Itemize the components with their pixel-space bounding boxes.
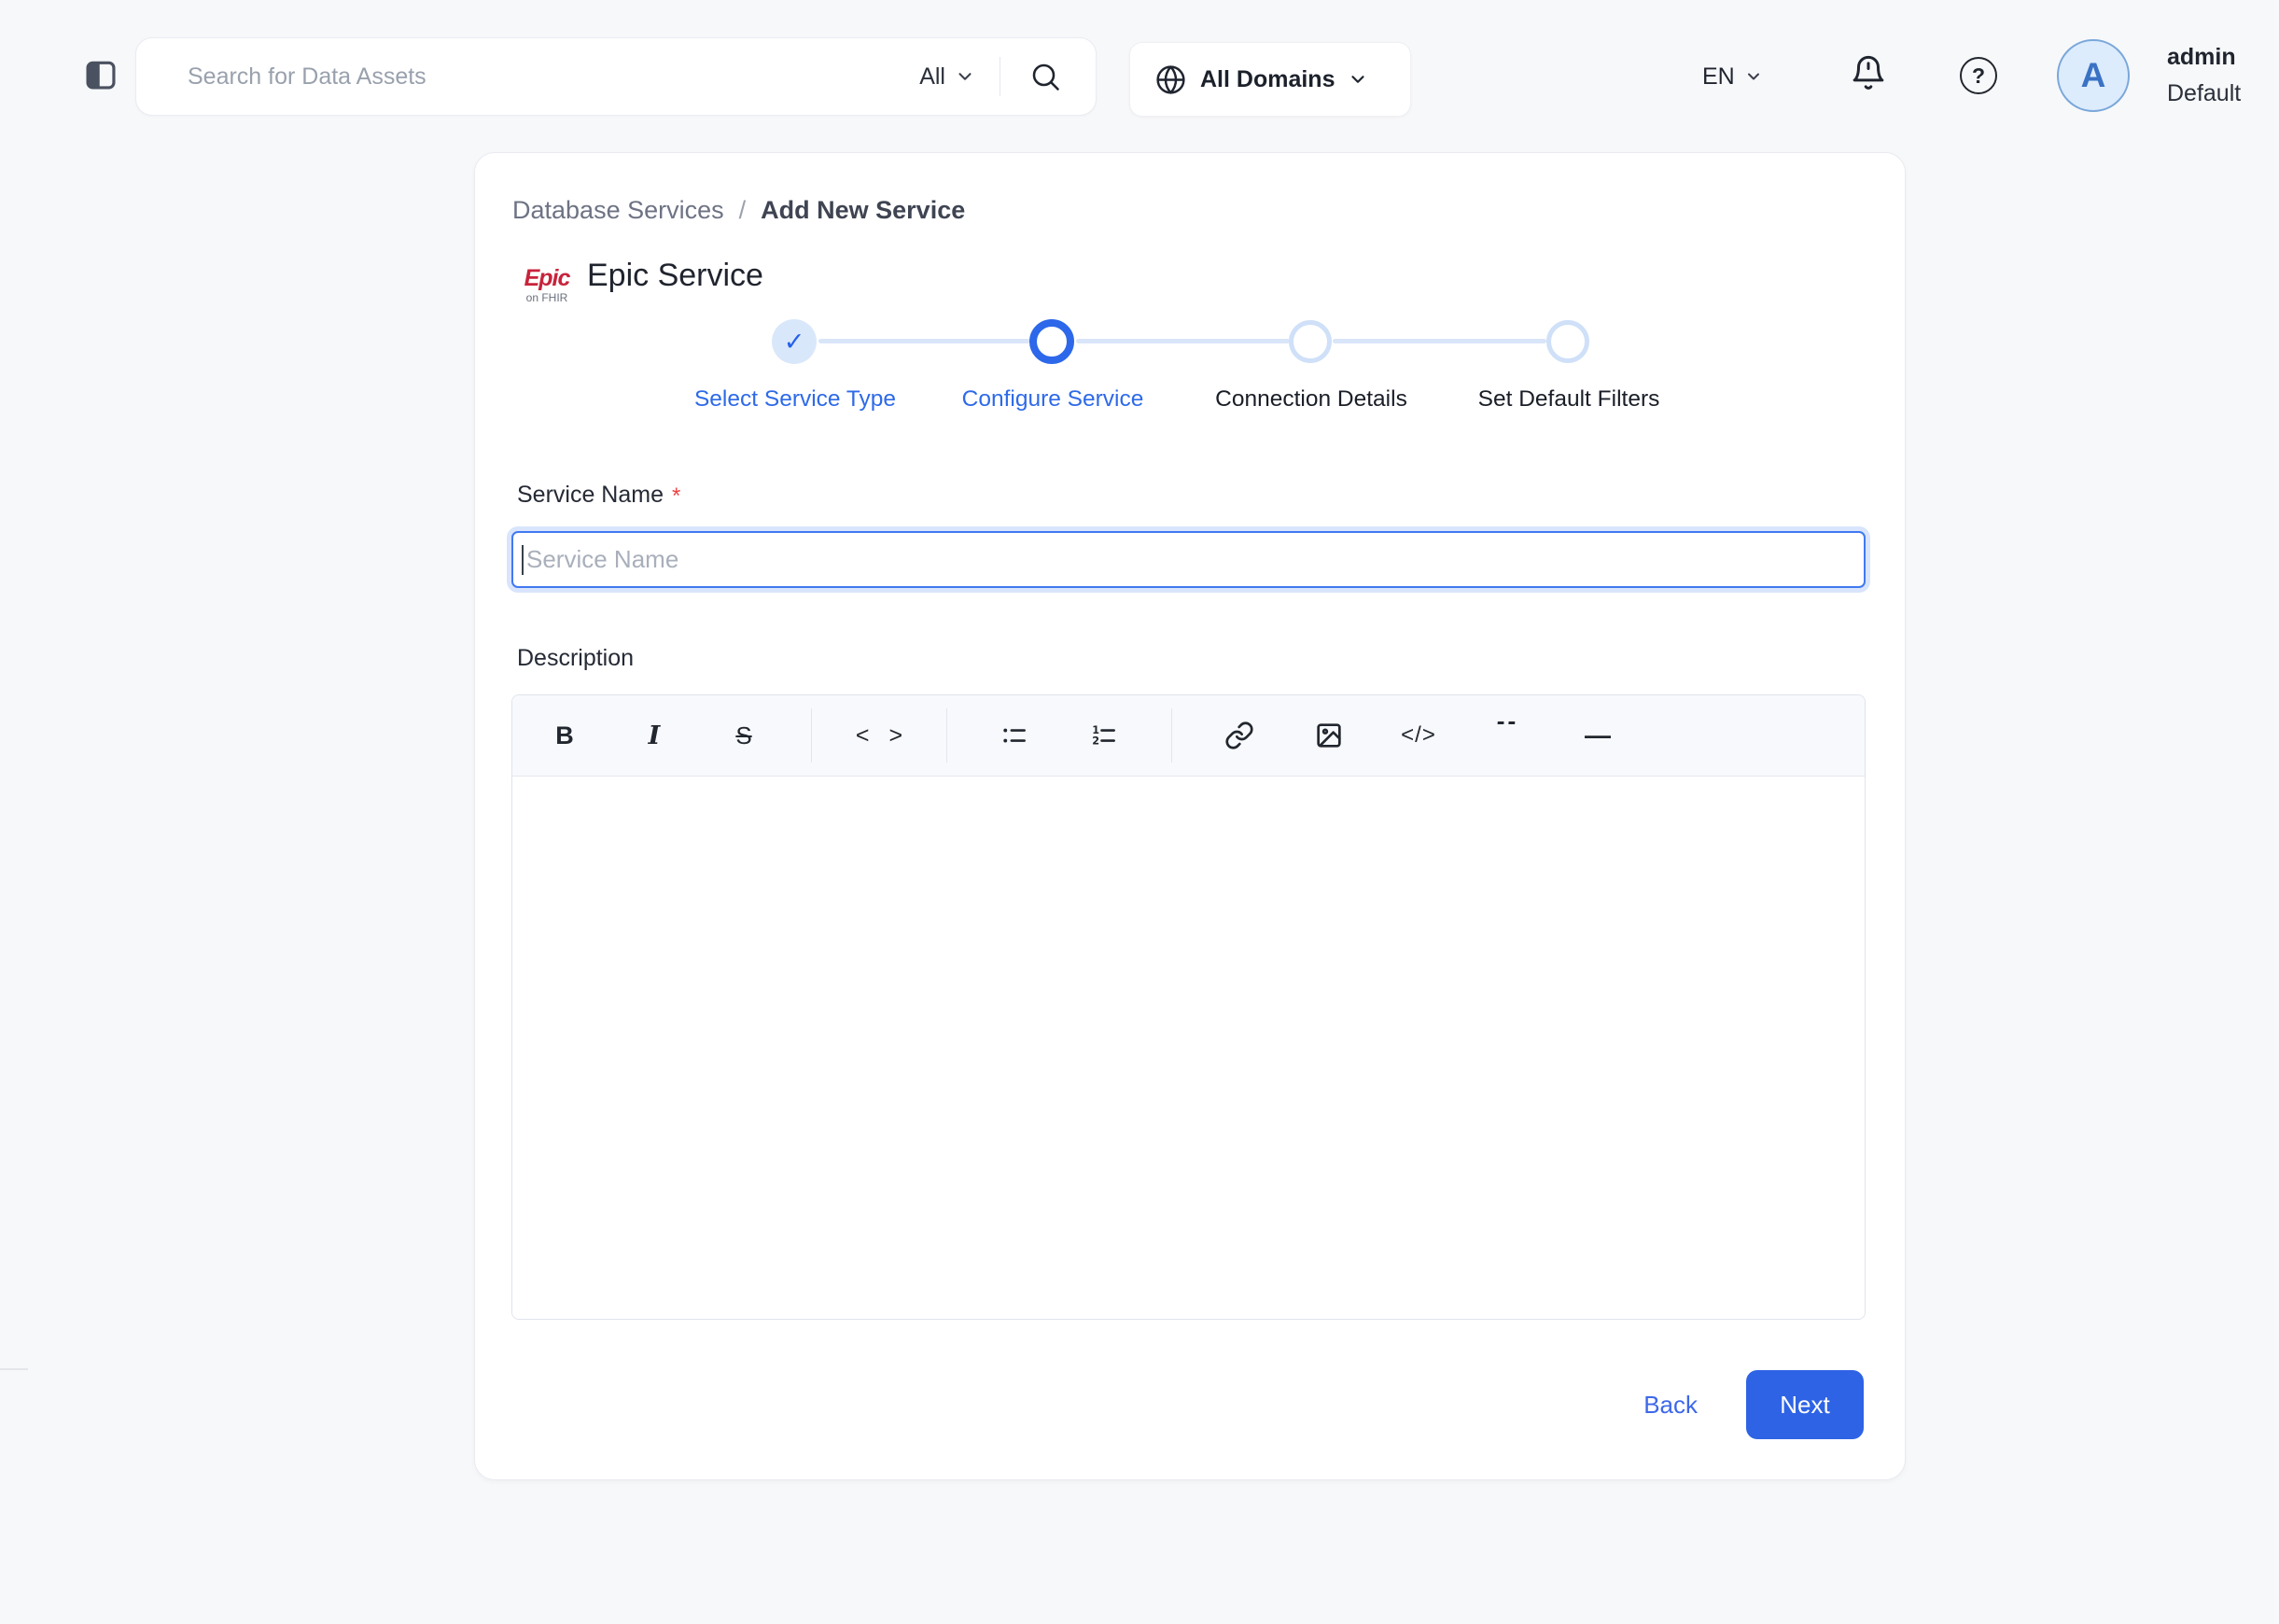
step-label-select-service-type: Select Service Type <box>693 386 897 412</box>
strikethrough-button[interactable]: S <box>699 709 789 762</box>
chevron-down-icon <box>955 66 975 87</box>
strikethrough-icon: S <box>735 721 752 749</box>
toolbar-separator <box>946 708 947 763</box>
breadcrumb-separator: / <box>738 196 747 224</box>
step-4-circle <box>1546 320 1589 363</box>
breadcrumb-current: Add New Service <box>761 196 966 224</box>
bell-icon <box>1849 53 1888 92</box>
avatar-initial: A <box>2080 56 2106 94</box>
svg-text:2: 2 <box>1092 735 1099 748</box>
required-marker: * <box>672 483 681 509</box>
bold-button[interactable]: B <box>520 709 609 762</box>
description-editor-body[interactable] <box>512 777 1865 1319</box>
bulleted-list-icon <box>1000 721 1028 749</box>
add-service-card: Database Services / Add New Service Epic… <box>474 152 1906 1480</box>
bold-icon: B <box>555 721 574 749</box>
toolbar-separator <box>1171 708 1172 763</box>
search-scope-dropdown[interactable]: All <box>919 63 975 91</box>
notifications-button[interactable] <box>1846 50 1891 95</box>
description-editor: B I S < > 1 2 </> — <box>511 694 1866 1320</box>
global-search-input[interactable]: Search for Data Assets All <box>135 37 1097 116</box>
sidebar-toggle-button[interactable] <box>80 54 121 95</box>
chevron-down-icon <box>1744 67 1763 86</box>
check-icon: ✓ <box>783 327 805 356</box>
epic-logo-text: Epic <box>524 265 571 291</box>
language-value: EN <box>1702 63 1735 90</box>
step-3-circle <box>1289 320 1332 363</box>
bulleted-list-button[interactable] <box>970 709 1059 762</box>
user-name: admin <box>2167 44 2236 70</box>
italic-button[interactable]: I <box>609 709 699 762</box>
sidebar-edge-divider <box>0 1368 28 1370</box>
quote-icon: “ <box>1494 721 1522 749</box>
code-block-icon: </> <box>1401 722 1436 748</box>
horizontal-rule-icon: — <box>1585 721 1611 749</box>
step-2-circle-active <box>1029 319 1074 364</box>
inline-code-icon: < > <box>855 721 910 749</box>
link-button[interactable] <box>1195 709 1284 762</box>
epic-logo-subtext: on FHIR <box>525 291 568 304</box>
service-name-input[interactable] <box>511 531 1866 588</box>
description-label: Description <box>517 645 634 672</box>
stepper-line <box>1333 339 1546 343</box>
epic-service-logo: Epic on FHIR <box>516 265 578 305</box>
italic-icon: I <box>648 721 661 750</box>
service-name-label: Service Name * <box>517 482 680 510</box>
quote-button[interactable]: “ <box>1463 709 1553 762</box>
numbered-list-icon: 1 2 <box>1090 721 1118 749</box>
help-button[interactable]: ? <box>1960 57 1997 94</box>
editor-toolbar: B I S < > 1 2 </> — <box>512 695 1865 777</box>
description-label-text: Description <box>517 645 635 671</box>
step-label-set-default-filters: Set Default Filters <box>1477 386 1660 412</box>
link-icon <box>1224 721 1254 750</box>
step-1-circle-completed: ✓ <box>772 319 817 364</box>
search-placeholder: Search for Data Assets <box>188 63 426 90</box>
step-label-configure-service: Configure Service <box>961 386 1144 412</box>
image-button[interactable] <box>1284 709 1374 762</box>
question-icon: ? <box>1971 63 1986 88</box>
service-name-label-text: Service Name <box>517 482 664 508</box>
page-title: Epic Service <box>587 258 763 293</box>
panel-left-icon <box>83 57 119 92</box>
text-caret <box>522 545 524 575</box>
image-icon <box>1314 721 1344 750</box>
numbered-list-button[interactable]: 1 2 <box>1059 709 1149 762</box>
language-selector[interactable]: EN <box>1702 58 1763 95</box>
search-submit-button[interactable] <box>1028 60 1062 93</box>
step-label-connection-details: Connection Details <box>1215 386 1407 412</box>
stepper-line <box>1076 339 1290 343</box>
chevron-down-icon <box>1348 69 1368 90</box>
back-button[interactable]: Back <box>1643 1391 1698 1420</box>
search-icon <box>1028 60 1062 93</box>
user-avatar[interactable]: A <box>2057 39 2130 112</box>
stepper-line <box>818 339 1030 343</box>
user-role: Default <box>2167 80 2242 106</box>
next-button[interactable]: Next <box>1746 1370 1864 1439</box>
search-scope-value: All <box>919 63 945 90</box>
all-domains-dropdown[interactable]: All Domains <box>1129 42 1411 117</box>
all-domains-label: All Domains <box>1200 65 1335 92</box>
toolbar-separator <box>811 708 812 763</box>
breadcrumb: Database Services / Add New Service <box>512 196 965 225</box>
inline-code-button[interactable]: < > <box>834 709 924 762</box>
wizard-actions: Back Next <box>1643 1370 1864 1439</box>
horizontal-rule-button[interactable]: — <box>1553 709 1643 762</box>
code-block-button[interactable]: </> <box>1374 709 1463 762</box>
user-menu[interactable]: admin Default <box>2167 39 2241 112</box>
globe-icon <box>1154 63 1187 96</box>
breadcrumb-database-services[interactable]: Database Services <box>512 196 724 225</box>
